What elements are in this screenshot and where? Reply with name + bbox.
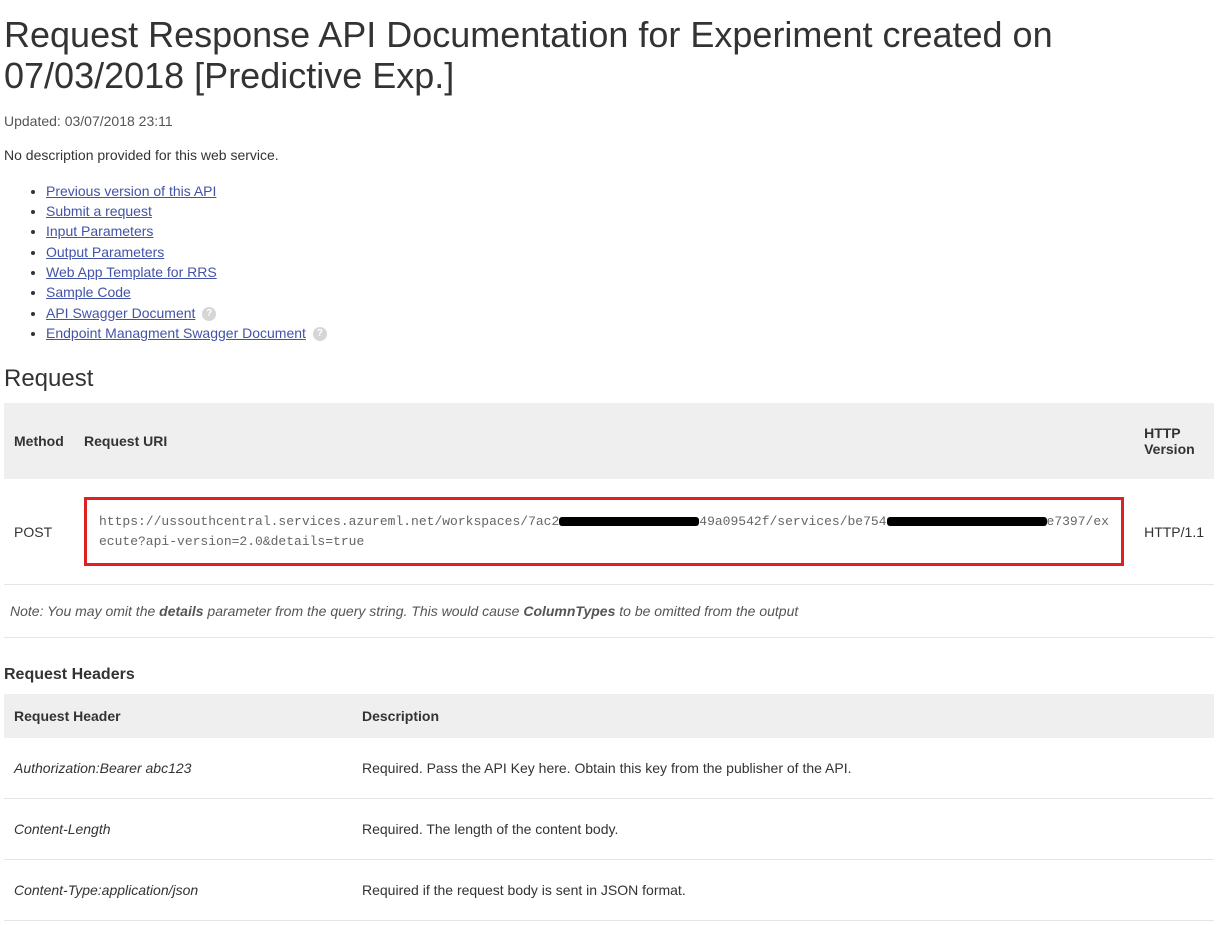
note-bold-details: details [159,603,203,619]
link-web-app-template[interactable]: Web App Template for RRS [46,264,217,280]
header-desc: Required. The length of the content body… [352,799,1214,860]
col-header-desc: Description [352,694,1214,738]
request-row: POST https://ussouthcentral.services.azu… [4,479,1214,585]
header-row: Content-Type:application/json Required i… [4,860,1214,921]
uri-part-a: https://ussouthcentral.services.azureml.… [99,514,559,529]
page-title: Request Response API Documentation for E… [4,14,1214,97]
request-uri: https://ussouthcentral.services.azureml.… [84,497,1124,566]
header-row: Authorization:Bearer abc123 Required. Pa… [4,738,1214,799]
redaction-bar [887,517,1047,526]
header-name: Content-Length [4,799,352,860]
link-api-swagger[interactable]: API Swagger Document [46,305,195,321]
request-heading: Request [4,365,1214,393]
note-bold-columntypes: ColumnTypes [523,603,615,619]
help-icon[interactable]: ? [313,327,327,341]
link-output-parameters[interactable]: Output Parameters [46,244,164,260]
link-input-parameters[interactable]: Input Parameters [46,223,153,239]
request-method: POST [4,479,74,585]
link-previous-version[interactable]: Previous version of this API [46,183,216,199]
link-sample-code[interactable]: Sample Code [46,284,131,300]
service-description: No description provided for this web ser… [4,147,1214,163]
note-text: parameter from the query string. This wo… [204,603,524,619]
col-method: Method [4,403,74,479]
note-text: to be omitted from the output [615,603,798,619]
nav-links-list: Previous version of this API Submit a re… [4,181,1214,343]
request-headers-heading: Request Headers [4,666,1214,684]
help-icon[interactable]: ? [202,307,216,321]
uri-part-b: 49a09542f/services/be754 [699,514,886,529]
header-desc: Required. Pass the API Key here. Obtain … [352,738,1214,799]
link-endpoint-swagger[interactable]: Endpoint Managment Swagger Document [46,325,306,341]
col-version: HTTP Version [1134,403,1214,479]
col-header-name: Request Header [4,694,352,738]
redaction-bar [559,517,699,526]
request-note: Note: You may omit the details parameter… [4,585,1214,638]
request-table: Method Request URI HTTP Version POST htt… [4,403,1214,585]
header-desc: Required if the request body is sent in … [352,860,1214,921]
header-row: Content-Length Required. The length of t… [4,799,1214,860]
note-text: Note: You may omit the [10,603,159,619]
link-submit-request[interactable]: Submit a request [46,203,152,219]
col-uri: Request URI [74,403,1134,479]
header-name: Authorization:Bearer abc123 [4,738,352,799]
header-name: Content-Type:application/json [4,860,352,921]
request-headers-table: Request Header Description Authorization… [4,694,1214,921]
updated-timestamp: Updated: 03/07/2018 23:11 [4,113,1214,129]
request-http-version: HTTP/1.1 [1134,479,1214,585]
